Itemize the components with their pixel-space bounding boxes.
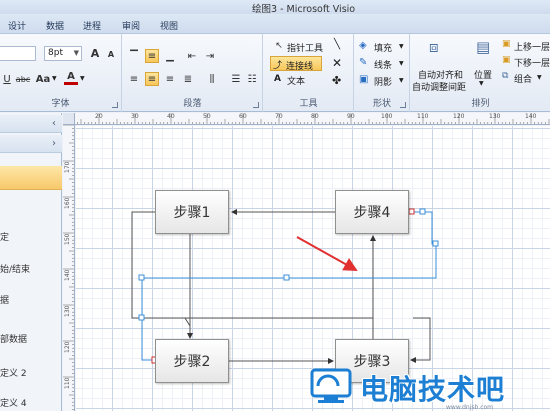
- step-2-label: 步骤2: [173, 354, 211, 370]
- connector-handle[interactable]: [419, 208, 426, 215]
- connector-endpoint[interactable]: [408, 208, 415, 215]
- connector-loop-end[interactable]: [410, 352, 431, 363]
- connector-handle[interactable]: [283, 274, 290, 281]
- watermark-text: 电脑技术吧: [360, 373, 506, 406]
- annotation-arrow: [296, 236, 358, 271]
- connector-loop-right[interactable]: [413, 317, 431, 352]
- connector-hop: [184, 317, 191, 327]
- connector-handle[interactable]: [138, 314, 145, 321]
- connector-handle[interactable]: [138, 274, 145, 281]
- step-1-shape[interactable]: 步骤1: [155, 190, 229, 234]
- watermark: 电脑技术吧 www.dnjsb.com: [300, 362, 550, 411]
- watermark-logo-icon: [310, 368, 352, 403]
- connector-handle[interactable]: [432, 240, 439, 247]
- step-4-label: 步骤4: [353, 205, 391, 221]
- step-1-label: 步骤1: [173, 205, 211, 221]
- step-2-shape[interactable]: 步骤2: [155, 339, 229, 383]
- watermark-url: www.dnjsb.com: [446, 404, 494, 411]
- step-4-shape[interactable]: 步骤4: [335, 190, 409, 234]
- connectors-layer: [131, 208, 439, 364]
